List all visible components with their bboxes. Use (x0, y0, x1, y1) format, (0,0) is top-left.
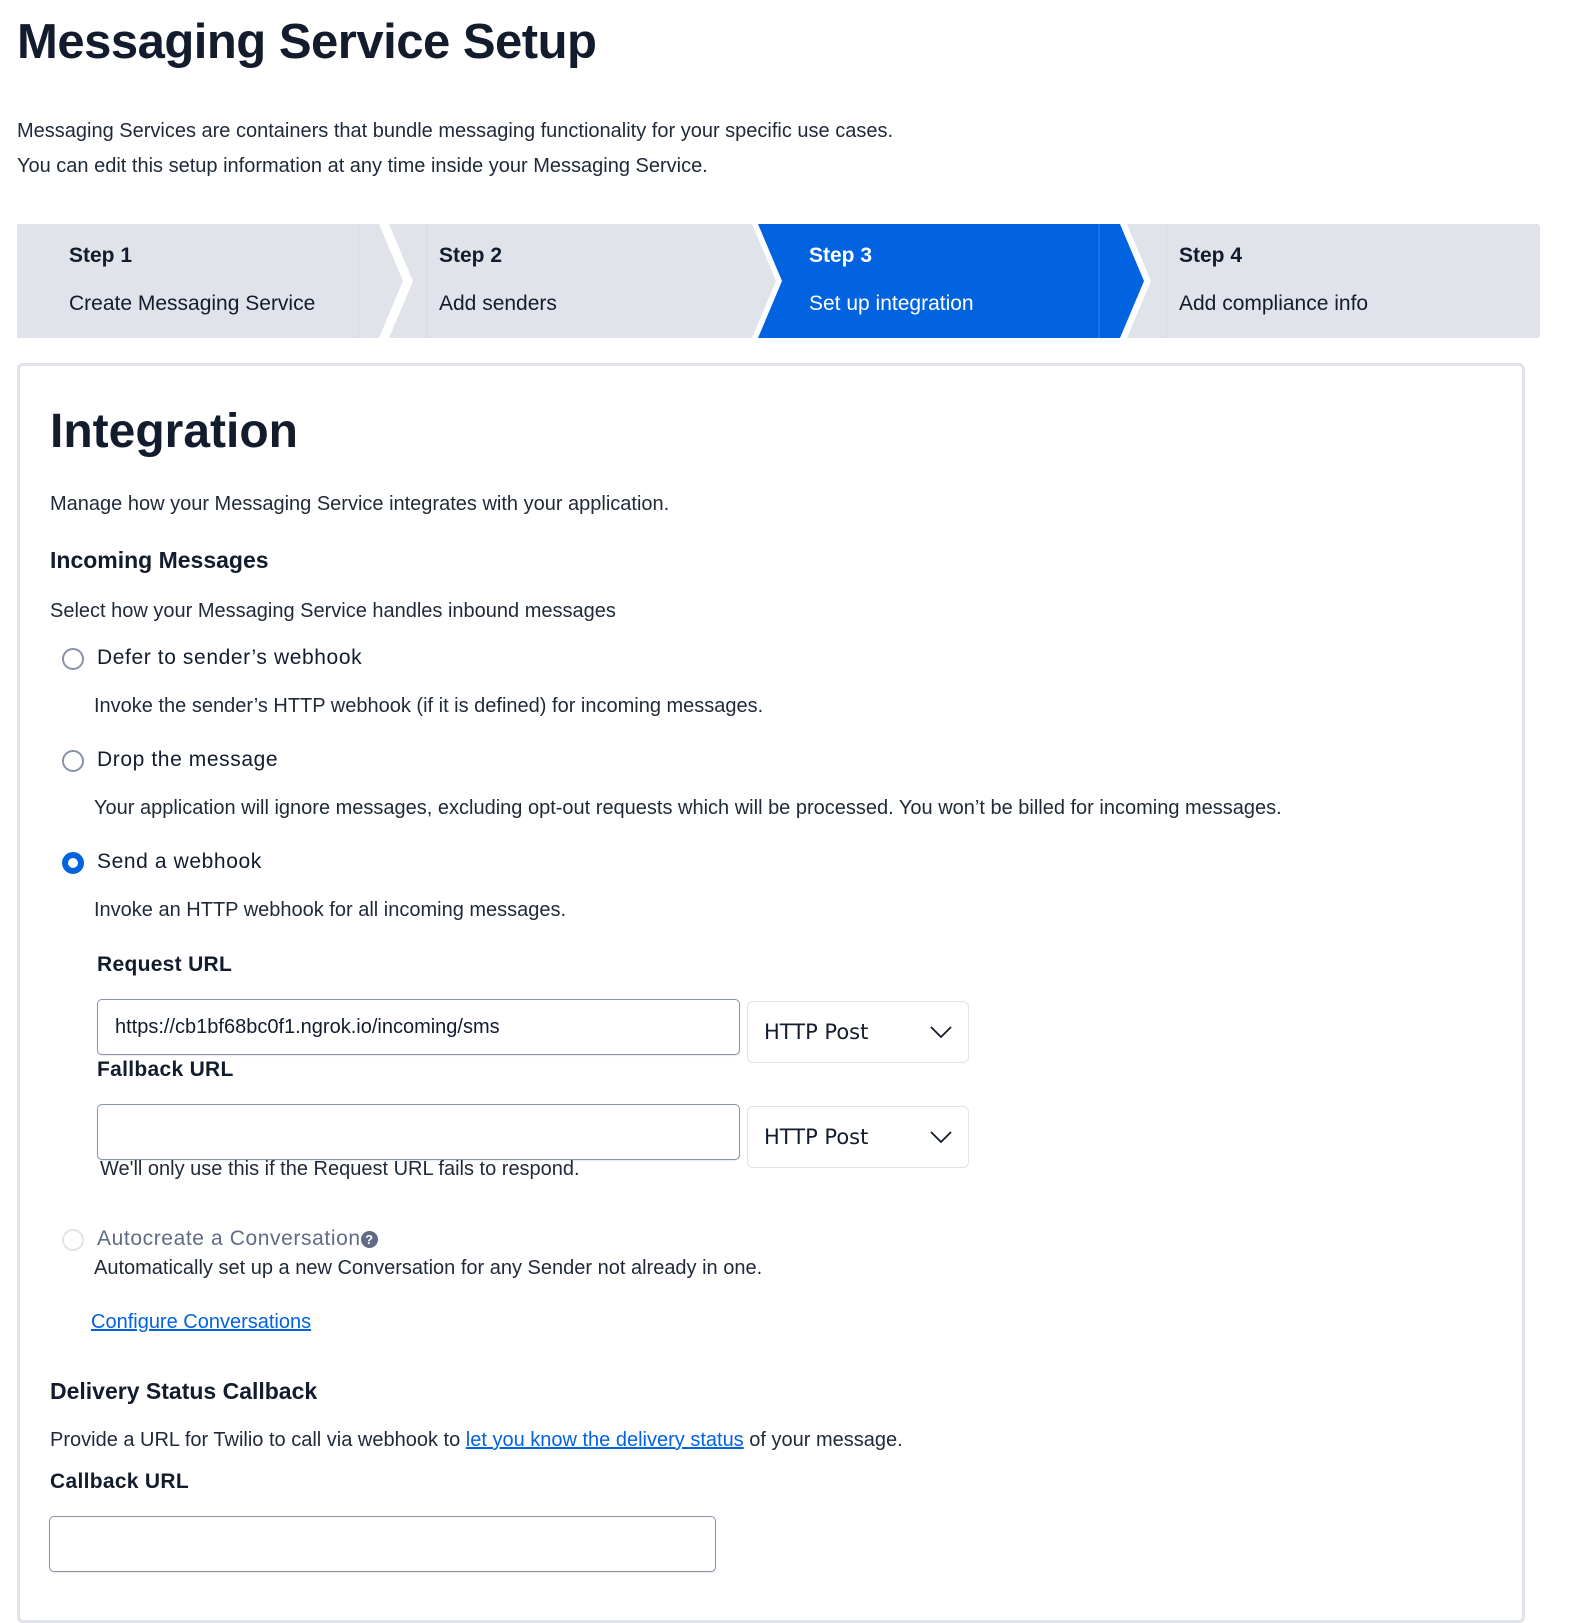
question-circle-icon[interactable]: ? (360, 1231, 378, 1248)
request-url-method-select[interactable]: HTTP Post (747, 1001, 969, 1063)
delivery-text-before: Provide a URL for Twilio to call via web… (50, 1429, 466, 1451)
page-title: Messaging Service Setup (17, 15, 597, 69)
step-2-shape[interactable] (389, 224, 776, 338)
configure-conversations-link[interactable]: Configure Conversations (91, 1311, 311, 1334)
step-4-label: Add compliance info (1179, 292, 1369, 315)
step-1-label: Create Messaging Service (69, 292, 316, 315)
step-3-label: Set up integration (809, 292, 974, 315)
callback-url-input[interactable] (49, 1516, 716, 1572)
step-2-number: Step 2 (439, 244, 503, 267)
step-4-shape[interactable] (1127, 224, 1540, 338)
fallback-url-method-value: HTTP Post (764, 1125, 869, 1149)
intro-text: Messaging Services are containers that b… (17, 120, 894, 142)
radio-drop-message[interactable] (62, 750, 84, 772)
step-4-number: Step 4 (1179, 244, 1243, 267)
radio-send-webhook[interactable] (62, 852, 84, 874)
chevron-down-icon (930, 1131, 952, 1144)
step-1-number: Step 1 (69, 244, 133, 267)
delivery-status-heading: Delivery Status Callback (50, 1378, 318, 1404)
fallback-url-help: We'll only use this if the Request URL f… (100, 1158, 580, 1180)
fallback-url-method-select[interactable]: HTTP Post (747, 1106, 969, 1168)
request-url-method-value: HTTP Post (764, 1020, 869, 1044)
radio-label-send-webhook[interactable]: Send a webhook (97, 850, 262, 874)
integration-description: Manage how your Messaging Service integr… (50, 493, 670, 515)
radio-autocreate-conversation[interactable] (62, 1229, 84, 1251)
autocreate-conversation-description: Automatically set up a new Conversation … (94, 1257, 763, 1279)
radio-description-drop-message: Your application will ignore messages, e… (94, 797, 1282, 819)
stepper-shapes (17, 224, 1540, 338)
autocreate-conversation-label: Autocreate a Conversation? (97, 1227, 378, 1251)
radio-label-defer-to-sender[interactable]: Defer to sender’s webhook (97, 646, 362, 670)
setup-stepper: Step 1 Create Messaging Service Step 2 A… (17, 224, 1540, 338)
integration-card: Integration Manage how your Messaging Se… (17, 363, 1525, 1623)
step-2-label: Add senders (439, 292, 557, 315)
request-url-input[interactable] (97, 999, 740, 1055)
radio-description-send-webhook: Invoke an HTTP webhook for all incoming … (94, 899, 567, 921)
fallback-url-input[interactable] (97, 1104, 740, 1160)
chevron-down-icon (930, 1026, 952, 1039)
radio-label-drop-message[interactable]: Drop the message (97, 748, 278, 772)
callback-url-label: Callback URL (50, 1470, 189, 1493)
radio-defer-to-sender[interactable] (62, 648, 84, 670)
integration-title: Integration (50, 405, 298, 458)
delivery-text-after: of your message. (743, 1429, 903, 1451)
delivery-status-description: Provide a URL for Twilio to call via web… (50, 1429, 903, 1452)
incoming-messages-heading: Incoming Messages (50, 547, 269, 573)
autocreate-conversation-text: Autocreate a Conversation (97, 1227, 361, 1250)
step-3-shape[interactable] (758, 224, 1144, 338)
request-url-label: Request URL (97, 953, 233, 976)
step-1-shape[interactable] (17, 224, 403, 338)
fallback-url-label: Fallback URL (97, 1058, 234, 1081)
incoming-messages-prompt: Select how your Messaging Service handle… (50, 600, 616, 622)
delivery-status-link[interactable]: let you know the delivery status (466, 1429, 744, 1451)
step-3-number: Step 3 (809, 244, 873, 267)
intro-text-secondary: You can edit this setup information at a… (17, 155, 708, 177)
radio-description-defer-to-sender: Invoke the sender’s HTTP webhook (if it … (94, 695, 764, 717)
